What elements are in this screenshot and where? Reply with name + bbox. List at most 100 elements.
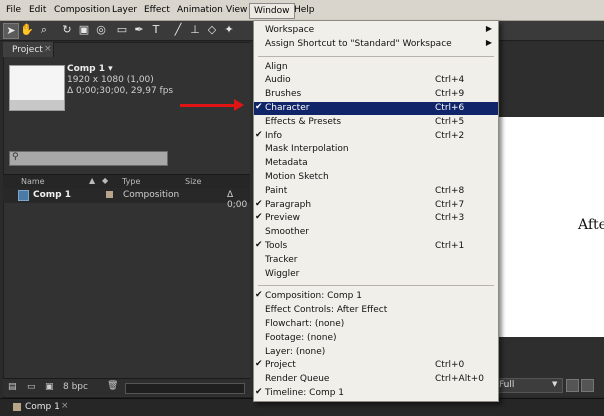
eraser-tool-icon[interactable]: ◇: [205, 23, 219, 37]
selection-tool-icon[interactable]: ➤: [3, 23, 19, 39]
menu-item-smoother[interactable]: Smoother: [254, 226, 498, 239]
menu-item-shortcut: Ctrl+8: [435, 185, 465, 196]
comp-dimensions: 1920 x 1080 (1,00): [67, 75, 154, 85]
transparency-grid-icon[interactable]: [581, 379, 594, 392]
column-headers: Name ▲ ◆ Type Size: [3, 174, 250, 188]
camera-tool-icon[interactable]: ▣: [77, 23, 91, 37]
search-input[interactable]: ⚲: [9, 151, 168, 166]
menu-item-timeline-comp-1[interactable]: ✔ Timeline: Comp 1: [254, 387, 498, 400]
menu-item-info[interactable]: ✔ Info Ctrl+2: [254, 130, 498, 143]
menu-item-project[interactable]: ✔ Project Ctrl+0: [254, 359, 498, 372]
project-bottom-bar: ▤ ▭ ▣ 8 bpc 🗑: [3, 378, 250, 396]
checkmark-icon: ✔: [255, 198, 263, 209]
menu-item-label: Paint: [265, 185, 288, 196]
new-folder-icon[interactable]: ▭: [27, 382, 36, 392]
menu-animation[interactable]: Animation: [177, 5, 223, 15]
pen-tool-icon[interactable]: ✒: [132, 23, 146, 37]
menu-item-effects-presets[interactable]: Effects & Presets Ctrl+5: [254, 116, 498, 129]
region-of-interest-icon[interactable]: [566, 379, 579, 392]
project-tab[interactable]: Project ×: [3, 42, 54, 57]
menu-item-align[interactable]: Align: [254, 61, 498, 74]
comp-label-icon: [13, 403, 21, 411]
menu-item-label: Smoother: [265, 227, 309, 238]
menu-item-label: Footage: (none): [265, 332, 337, 343]
menu-item-paragraph[interactable]: ✔ Paragraph Ctrl+7: [254, 199, 498, 212]
menu-item-label: Mask Interpolation: [265, 144, 349, 155]
comp-name[interactable]: Comp 1 ▾: [67, 64, 113, 74]
menu-view[interactable]: View: [226, 5, 247, 15]
brush-tool-icon[interactable]: ╱: [171, 23, 185, 37]
comp-duration: Δ 0;00;30;00, 29,97 fps: [67, 86, 174, 96]
menu-item-label: Audio: [265, 75, 291, 86]
menu-edit[interactable]: Edit: [29, 5, 46, 15]
menu-item-label: Layer: (none): [265, 346, 326, 357]
zoom-tool-icon[interactable]: ⌕: [37, 23, 51, 37]
hand-tool-icon[interactable]: ✋: [20, 23, 34, 37]
menu-item-layer-none[interactable]: Layer: (none): [254, 346, 498, 359]
canvas-text: Afte: [578, 217, 604, 233]
col-size[interactable]: Size: [185, 177, 201, 186]
menu-item-tools[interactable]: ✔ Tools Ctrl+1: [254, 240, 498, 253]
menu-item-label: Effects & Presets: [265, 116, 342, 127]
menu-window[interactable]: Window: [249, 3, 295, 19]
sort-arrow-icon[interactable]: ▲: [89, 176, 95, 185]
clone-tool-icon[interactable]: ⊥: [188, 23, 202, 37]
comp-thumbnail: [9, 65, 65, 111]
checkmark-icon: ✔: [255, 359, 263, 370]
project-item-row[interactable]: Comp 1 Composition Δ 0;00: [3, 188, 250, 210]
close-icon[interactable]: ×: [44, 44, 52, 54]
menu-item-render-queue[interactable]: Render Queue Ctrl+Alt+0: [254, 373, 498, 386]
menu-item-shortcut: Ctrl+Alt+0: [435, 374, 485, 385]
menu-item-effect-controls-after-effect[interactable]: Effect Controls: After Effect: [254, 304, 498, 317]
menu-item-workspace[interactable]: Workspace ▶: [254, 24, 498, 37]
label-color-swatch[interactable]: [106, 191, 113, 198]
menu-item-preview[interactable]: ✔ Preview Ctrl+3: [254, 212, 498, 225]
menu-item-paint[interactable]: Paint Ctrl+8: [254, 185, 498, 198]
text-tool-icon[interactable]: T: [149, 23, 163, 37]
menu-item-label: Character: [265, 103, 310, 113]
close-icon[interactable]: ×: [61, 401, 69, 411]
menu-item-shortcut: Ctrl+4: [435, 75, 465, 86]
menu-item-footage-none[interactable]: Footage: (none): [254, 332, 498, 345]
menu-item-wiggler[interactable]: Wiggler: [254, 268, 498, 281]
pan-behind-tool-icon[interactable]: ◎: [94, 23, 108, 37]
menu-item-brushes[interactable]: Brushes Ctrl+9: [254, 88, 498, 101]
interpret-footage-icon[interactable]: ▤: [8, 382, 17, 392]
menu-item-label: Flowchart: (none): [265, 319, 345, 329]
horizontal-scrollbar[interactable]: [125, 383, 245, 394]
menu-help[interactable]: Help: [294, 5, 315, 15]
menu-item-label: Tracker: [265, 254, 298, 265]
project-tab-label: Project: [12, 45, 43, 55]
composition-canvas[interactable]: Afte: [496, 117, 604, 337]
label-tag-icon[interactable]: ◆: [102, 176, 108, 185]
menu-item-character[interactable]: ✔ Character Ctrl+6: [254, 102, 498, 115]
menu-bar: File Edit Composition Layer Effect Anima…: [0, 0, 604, 21]
menu-item-motion-sketch[interactable]: Motion Sketch: [254, 171, 498, 184]
menu-item-label: Metadata: [265, 158, 308, 169]
menu-item-label: Timeline: Comp 1: [265, 388, 345, 398]
menu-effect[interactable]: Effect: [144, 5, 170, 15]
trash-icon[interactable]: 🗑: [107, 381, 118, 391]
menu-item-flowchart-none[interactable]: Flowchart: (none): [254, 318, 498, 331]
menu-item-tracker[interactable]: Tracker: [254, 254, 498, 267]
menu-item-mask-interpolation[interactable]: Mask Interpolation: [254, 143, 498, 156]
menu-item-composition-comp-1[interactable]: ✔ Composition: Comp 1: [254, 290, 498, 303]
menu-item-shortcut: Ctrl+1: [435, 241, 465, 251]
resolution-dropdown[interactable]: Full ▼: [495, 378, 563, 393]
bpc-label[interactable]: 8 bpc: [63, 382, 88, 392]
menu-item-metadata[interactable]: Metadata: [254, 157, 498, 170]
menu-item-audio[interactable]: Audio Ctrl+4: [254, 74, 498, 87]
col-name[interactable]: Name: [21, 177, 45, 186]
mask-tool-icon[interactable]: ▭: [115, 23, 129, 37]
timeline-tab-label[interactable]: Comp 1: [25, 402, 60, 412]
menu-composition[interactable]: Composition: [54, 5, 110, 15]
menu-file[interactable]: File: [6, 5, 21, 15]
menu-item-assign-shortcut-to-standard-workspace[interactable]: Assign Shortcut to "Standard" Workspace ▶: [254, 38, 498, 51]
menu-layer[interactable]: Layer: [112, 5, 137, 15]
rotate-tool-icon[interactable]: ↻: [60, 23, 74, 37]
puppet-tool-icon[interactable]: ✦: [222, 23, 236, 37]
new-composition-icon[interactable]: ▣: [45, 382, 54, 392]
menu-item-label: Info: [265, 130, 283, 141]
col-type[interactable]: Type: [122, 177, 140, 186]
menu-item-label: Paragraph: [265, 199, 312, 210]
